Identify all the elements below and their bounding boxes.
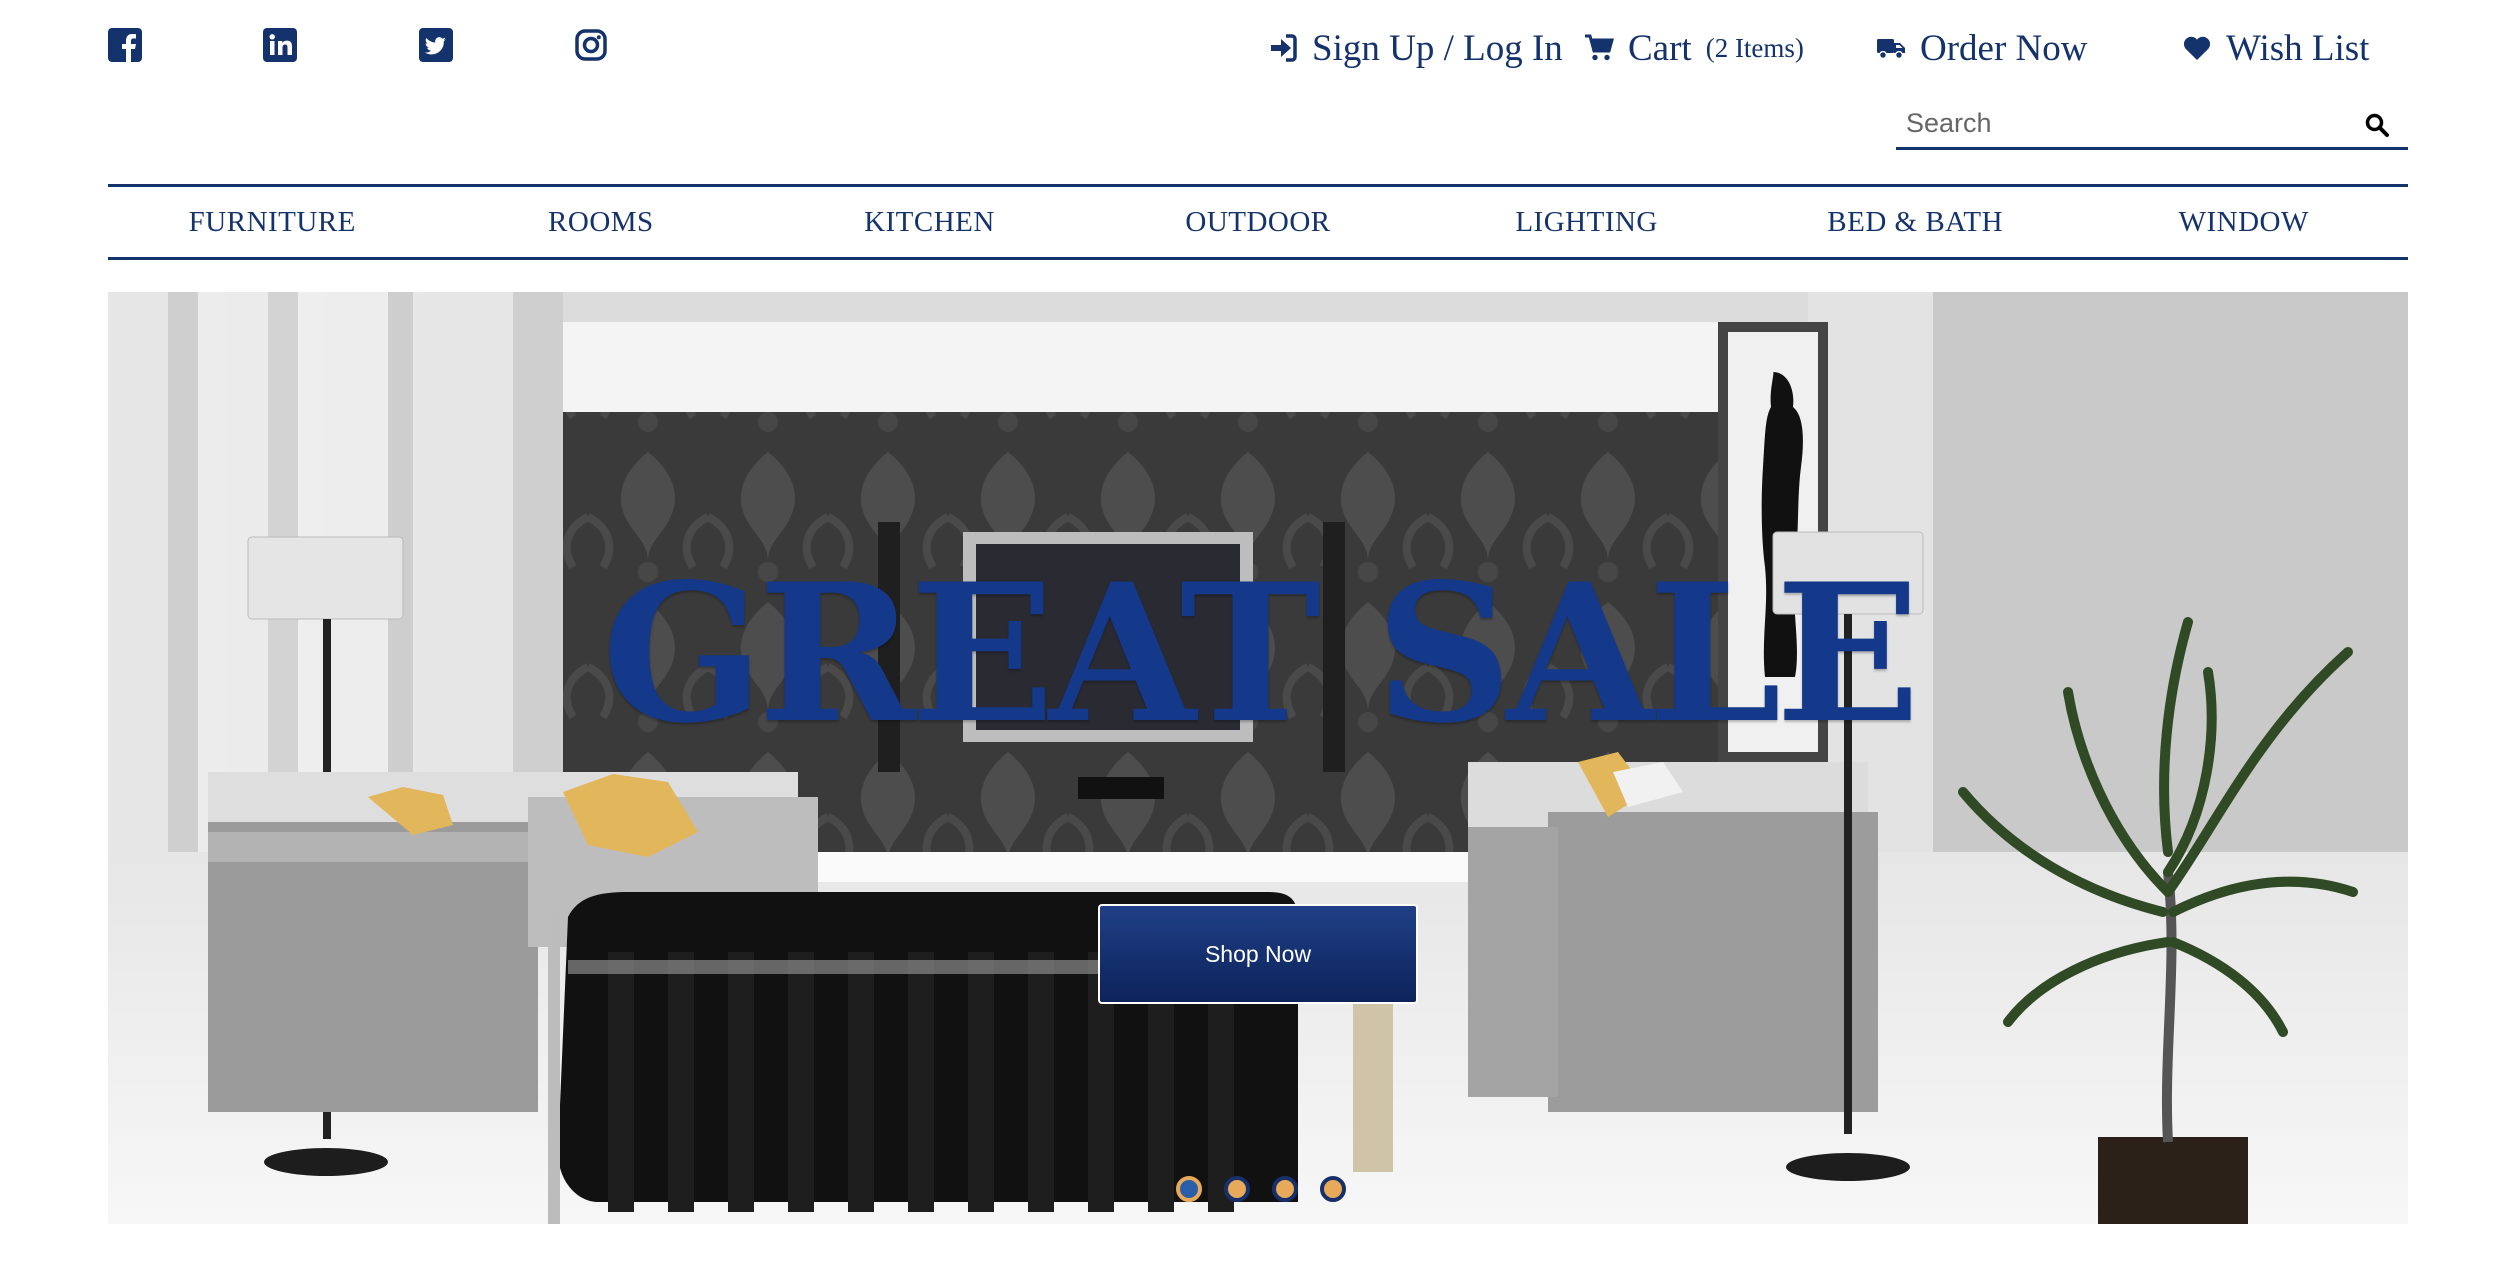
hero-headline: GREAT SALE [601,542,1921,765]
nav-item-lighting[interactable]: LIGHTING [1422,187,1751,257]
facebook-icon[interactable] [108,28,142,62]
carousel-dot-4[interactable] [1320,1176,1346,1202]
order-now-link[interactable]: Order Now [1876,20,2087,76]
sign-in-icon [1271,34,1297,62]
linkedin-icon[interactable] [263,28,297,62]
carousel-dot-2[interactable] [1224,1176,1250,1202]
heart-icon [2183,36,2211,60]
cart-link[interactable]: Cart (2 Items) [1584,20,1804,76]
nav-item-furniture[interactable]: FURNITURE [108,187,437,257]
nav-item-rooms[interactable]: ROOMS [437,187,766,257]
nav-item-bed-bath[interactable]: BED & BATH [1751,187,2080,257]
nav-item-kitchen[interactable]: KITCHEN [765,187,1094,257]
shop-now-button[interactable]: Shop Now [1098,904,1418,1004]
cart-icon [1585,34,1614,61]
carousel-indicators [1176,1176,1346,1206]
cart-count: (2 Items) [1705,32,1804,63]
wish-list-link[interactable]: Wish List [2182,20,2369,76]
search-bar [1896,100,2408,150]
sign-in-label: Sign Up / Log In [1312,27,1563,69]
instagram-icon[interactable] [574,28,608,62]
sign-in-link[interactable]: Sign Up / Log In [1268,20,1563,76]
cart-label: Cart [1628,27,1692,69]
hero-banner: GREAT SALE Shop Now [108,292,2408,1224]
truck-icon [1877,39,1905,60]
twitter-icon[interactable] [419,28,453,62]
main-nav: FURNITURE ROOMS KITCHEN OUTDOOR LIGHTING… [108,184,2408,260]
wish-list-label: Wish List [2226,27,2370,69]
search-input[interactable] [1896,101,2336,146]
search-icon[interactable] [2364,112,2390,138]
carousel-dot-3[interactable] [1272,1176,1298,1202]
order-now-label: Order Now [1920,27,2088,69]
nav-item-window[interactable]: WINDOW [2079,187,2408,257]
nav-item-outdoor[interactable]: OUTDOOR [1094,187,1423,257]
carousel-dot-1[interactable] [1176,1176,1202,1202]
